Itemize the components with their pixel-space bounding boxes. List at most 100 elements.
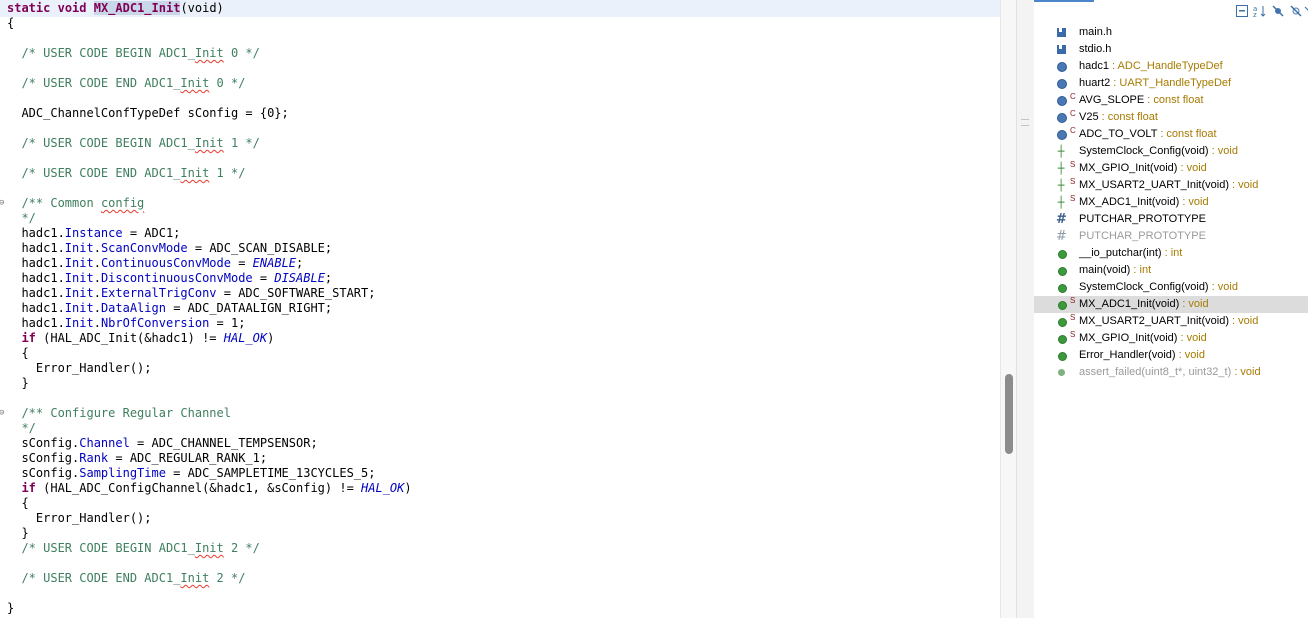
code-token: 2 */ — [209, 571, 246, 585]
code-text: Error_Handler(); — [7, 511, 152, 526]
outline-item[interactable]: __io_putchar(int) : int — [1034, 245, 1308, 262]
code-text: */ — [7, 421, 36, 436]
outline-item-type: : void — [1228, 179, 1259, 191]
sort-icon[interactable]: az — [1252, 4, 1268, 20]
fold-toggle-icon[interactable]: ⊖ — [0, 406, 4, 421]
code-token: */ — [21, 421, 36, 435]
code-text: */ — [7, 211, 35, 226]
outline-item-label: SystemClock_Config(void) : void — [1079, 143, 1238, 160]
code-token: { — [7, 496, 29, 510]
collapse-all-icon[interactable] — [1234, 4, 1250, 20]
code-token: Error_Handler(); — [7, 361, 152, 375]
code-token: Init — [64, 256, 94, 270]
code-token: /* USER CODE BEGIN ADC1_ — [21, 541, 195, 555]
code-token: ExternalTrigConv — [100, 286, 217, 300]
more-icon[interactable] — [1304, 4, 1308, 20]
header-icon — [1057, 28, 1066, 37]
outline-item[interactable]: hadc1 : ADC_HandleTypeDef — [1034, 58, 1308, 75]
code-token: /** Configure Regular Channel — [21, 406, 231, 420]
function-icon — [1058, 250, 1067, 259]
code-token: /* USER CODE BEGIN ADC1_ — [21, 136, 195, 150]
hide-static-icon[interactable] — [1288, 4, 1304, 20]
outline-item-label: MX_GPIO_Init(void) : void — [1079, 160, 1207, 177]
code-text: /** Common config — [7, 196, 144, 211]
outline-item-type: : const float — [1157, 128, 1217, 140]
code-token: /* USER CODE END ADC1_ — [21, 76, 181, 90]
code-token: Init — [194, 136, 224, 150]
outline-item-name: Error_Handler(void) — [1079, 349, 1176, 361]
scrollbar-thumb[interactable] — [1005, 374, 1013, 454]
outline-item[interactable]: S MX_GPIO_Init(void) : void — [1034, 330, 1308, 347]
code-token: 1 */ — [209, 166, 246, 180]
outline-tab-indicator — [1034, 0, 1094, 2]
outline-item-name: PUTCHAR_PROTOTYPE — [1079, 213, 1206, 225]
code-token: Init — [64, 271, 94, 285]
outline-item-name: huart2 — [1079, 77, 1111, 89]
outline-item-name: MX_USART2_UART_Init(void) — [1079, 315, 1229, 327]
function-prototype-icon: ┼ — [1057, 145, 1065, 158]
code-text: hadc1.Init.ContinuousConvMode = ENABLE; — [7, 256, 303, 271]
code-editor[interactable]: static void MX_ADC1_Init(void){ /* USER … — [0, 0, 1000, 618]
code-token: } — [7, 601, 15, 615]
outline-item[interactable]: ┼ S MX_ADC1_Init(void) : void — [1034, 194, 1308, 211]
modifier-badge: C — [1070, 109, 1076, 118]
code-token: . — [93, 286, 101, 300]
code-token: hadc1. — [7, 286, 65, 300]
outline-item[interactable]: main(void) : int — [1034, 262, 1308, 279]
editor-vertical-scrollbar[interactable] — [1000, 0, 1017, 618]
outline-item[interactable]: C ADC_TO_VOLT : const float — [1034, 126, 1308, 143]
code-token: ) — [267, 331, 275, 345]
outline-item-type: : ADC_HandleTypeDef — [1108, 60, 1223, 72]
function-icon — [1058, 352, 1067, 361]
code-text: hadc1.Init.DataAlign = ADC_DATAALIGN_RIG… — [7, 301, 332, 316]
code-token: = ADC_SOFTWARE_START; — [216, 286, 376, 300]
outline-item[interactable]: main.h — [1034, 24, 1308, 41]
outline-item-label: __io_putchar(int) : int — [1079, 245, 1182, 262]
code-token: = ADC1; — [122, 226, 181, 240]
outline-item-name: assert_failed(uint8_t*, uint32_t) — [1079, 366, 1232, 378]
function-icon — [1058, 301, 1067, 310]
code-text: /* USER CODE END ADC1_Init 1 */ — [7, 166, 245, 181]
code-token: hadc1. — [7, 256, 65, 270]
code-text: Error_Handler(); — [7, 361, 152, 376]
code-token: } — [7, 376, 29, 390]
outline-item[interactable]: stdio.h — [1034, 41, 1308, 58]
code-token: { — [7, 16, 15, 30]
outline-item-type: : void — [1175, 349, 1205, 361]
code-token: void — [57, 1, 87, 15]
code-token: = ADC_DATAALIGN_RIGHT; — [165, 301, 333, 315]
function-prototype-icon: ┼ — [1057, 179, 1065, 192]
code-token: if — [21, 481, 36, 495]
code-text: /* USER CODE END ADC1_Init 0 */ — [7, 76, 245, 91]
code-token: Init — [64, 301, 94, 315]
code-token: . — [93, 241, 101, 255]
outline-item-name: SystemClock_Config(void) — [1079, 145, 1209, 157]
outline-item-label: MX_USART2_UART_Init(void) : void — [1079, 177, 1258, 194]
code-token: Channel — [79, 436, 130, 450]
fold-toggle-icon[interactable]: ⊖ — [0, 196, 4, 211]
code-text: { — [7, 16, 14, 31]
outline-item-name: __io_putchar(int) — [1079, 247, 1162, 259]
outline-item[interactable]: # PUTCHAR_PROTOTYPE — [1034, 211, 1308, 228]
outline-item-name: V25 — [1079, 111, 1099, 123]
outline-item[interactable]: assert_failed(uint8_t*, uint32_t) : void — [1034, 364, 1308, 381]
code-text: /* USER CODE BEGIN ADC1_Init 0 */ — [7, 46, 259, 61]
header-icon — [1057, 45, 1066, 54]
code-token: . — [93, 316, 101, 330]
outline-item[interactable]: # PUTCHAR_PROTOTYPE — [1034, 228, 1308, 245]
outline-item-name: stdio.h — [1079, 43, 1112, 55]
code-token: = ADC_SCAN_DISABLE; — [187, 241, 333, 255]
outline-item[interactable]: Error_Handler(void) : void — [1034, 347, 1308, 364]
outline-item-label: MX_ADC1_Init(void) : void — [1079, 296, 1209, 313]
const-variable-icon — [1057, 113, 1067, 123]
outline-item-type: : void — [1177, 162, 1207, 174]
outline-item-label: SystemClock_Config(void) : void — [1079, 279, 1238, 296]
hide-fields-icon[interactable] — [1270, 4, 1286, 20]
view-splitter[interactable] — [1016, 0, 1035, 618]
